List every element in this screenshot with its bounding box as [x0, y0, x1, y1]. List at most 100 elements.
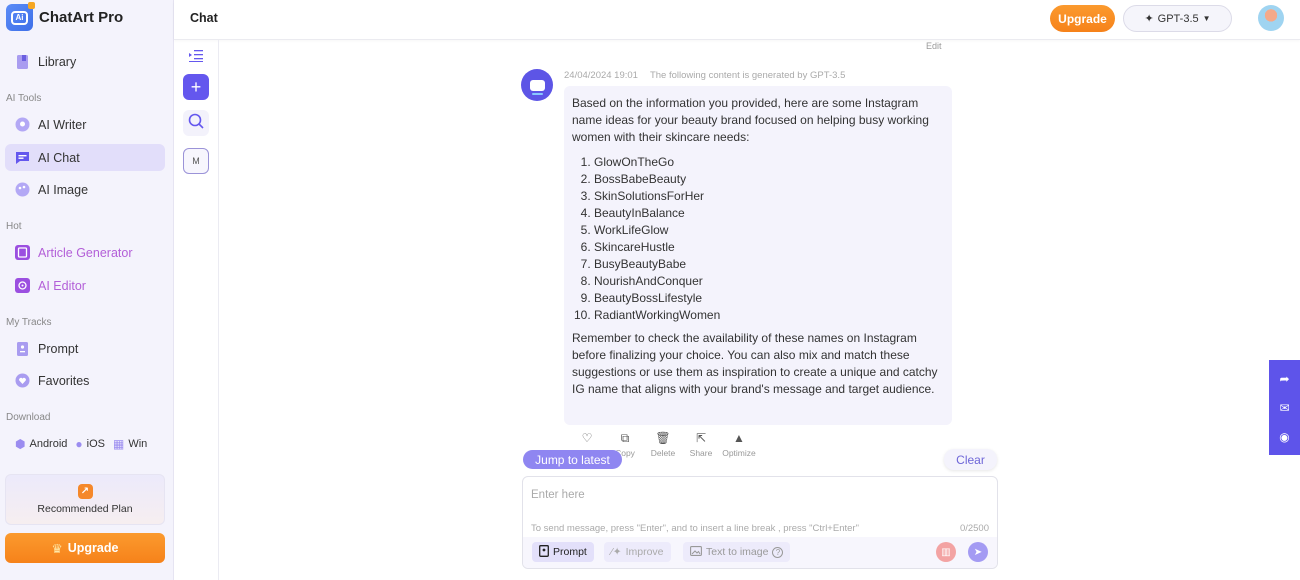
sidebar-item-library[interactable]: Library	[5, 48, 165, 75]
share-button[interactable]: ⇱ Share	[682, 431, 720, 458]
section-label-download: Download	[6, 412, 51, 423]
optimize-button[interactable]: ▲ Optimize	[720, 431, 758, 458]
upgrade-label: Upgrade	[67, 541, 119, 555]
sidebar-item-label: Library	[38, 54, 77, 69]
brand-logo-icon: Ai	[6, 2, 35, 31]
top-header: Chat Upgrade ✦ GPT-3.5 ▼	[174, 0, 1300, 40]
section-label-ai-tools: AI Tools	[6, 93, 42, 104]
sidebar-item-ai-writer[interactable]: AI Writer	[5, 111, 165, 138]
send-icon: ➤	[973, 546, 983, 558]
copy-icon: ⧉	[620, 431, 630, 445]
bot-avatar	[521, 69, 553, 101]
arrow-up-right-icon: ↗	[77, 484, 93, 499]
delete-button[interactable]: 🗑︎ Delete	[644, 431, 682, 458]
sidebar-item-label: Favorites	[38, 373, 90, 388]
download-android[interactable]: Android	[29, 438, 67, 450]
download-win[interactable]: Win	[128, 438, 147, 450]
list-item: BeautyBossLifestyle	[594, 290, 944, 307]
sidebar-item-ai-chat[interactable]: AI Chat	[5, 144, 165, 171]
name-ideas-list: GlowOnTheGo BossBabeBeauty SkinSolutions…	[572, 154, 944, 324]
recommended-plan-card[interactable]: ↗ Recommended Plan	[5, 474, 165, 525]
tool-rail: + M	[174, 40, 219, 580]
section-label-hot: Hot	[6, 221, 22, 232]
jump-to-latest-button[interactable]: Jump to latest	[523, 450, 622, 469]
bookmark-icon	[539, 544, 549, 560]
robot-icon	[529, 79, 545, 95]
flower-icon	[15, 278, 30, 293]
download-links: ⬢ Android ● iOS ▦ Win	[15, 437, 147, 451]
list-item: BusyBeautyBabe	[594, 256, 944, 273]
header-upgrade-button[interactable]: Upgrade	[1050, 5, 1115, 32]
list-item: SkinSolutionsForHer	[594, 188, 944, 205]
sparkle-icon: ✦	[1144, 13, 1154, 25]
sidebar-item-favorites[interactable]: Favorites	[5, 367, 165, 394]
model-select-value: GPT-3.5	[1157, 12, 1199, 25]
indent-list-icon	[189, 49, 203, 67]
android-icon: ⬢	[15, 437, 26, 451]
model-m-button[interactable]: M	[183, 148, 209, 174]
mail-icon[interactable]: ✉	[1279, 401, 1289, 415]
list-item: WorkLifeGlow	[594, 222, 944, 239]
text-to-image-label: Text to image	[706, 546, 769, 558]
palette-icon	[15, 182, 30, 197]
brand[interactable]: Ai ChatArt Pro	[6, 2, 123, 31]
sidebar-upgrade-button[interactable]: ♛ Upgrade	[5, 533, 165, 563]
sidebar-item-prompt[interactable]: Prompt	[5, 335, 165, 362]
share-arrow-icon[interactable]: ➦	[1279, 372, 1289, 386]
windows-icon: ▦	[113, 437, 125, 451]
sidebar-item-label: AI Writer	[38, 117, 87, 132]
clear-input-button[interactable]: ▥	[936, 542, 956, 562]
sidebar-item-ai-image[interactable]: AI Image	[5, 176, 165, 203]
discord-icon[interactable]: ◉	[1279, 430, 1289, 444]
sidebar-item-article-generator[interactable]: Article Generator	[5, 239, 165, 266]
toggle-sidebar-button[interactable]	[183, 45, 209, 71]
clear-button[interactable]: Clear	[944, 449, 997, 470]
sidebar-item-label: Article Generator	[38, 245, 133, 260]
improve-button[interactable]: ⁄✦ Improve	[604, 542, 671, 562]
message-meta: 24/04/2024 19:01 The following content i…	[564, 70, 845, 81]
help-icon[interactable]: ?	[772, 546, 784, 558]
message-source: The following content is generated by GP…	[649, 70, 846, 81]
crown-icon: ♛	[51, 541, 63, 556]
chat-icon	[15, 150, 30, 165]
sidebar: Ai ChatArt Pro Library AI Tools AI Write…	[0, 0, 174, 580]
sidebar-item-label: AI Image	[38, 182, 89, 197]
user-avatar[interactable]	[1258, 5, 1284, 31]
list-item: NourishAndConquer	[594, 273, 944, 290]
download-ios[interactable]: iOS	[87, 438, 105, 450]
share-icon: ⇱	[695, 431, 707, 445]
caret-down-icon: ▼	[1202, 14, 1211, 23]
composer-toolbar: Prompt ⁄✦ Improve Text to image ? ▥ ➤	[523, 537, 997, 568]
list-item: BeautyInBalance	[594, 205, 944, 222]
send-button[interactable]: ➤	[968, 542, 988, 562]
message-intro: Based on the information you provided, h…	[572, 96, 929, 144]
message-input[interactable]	[531, 489, 971, 501]
edit-link[interactable]: Edit	[926, 41, 942, 51]
new-chat-button[interactable]: +	[183, 74, 209, 100]
heart-icon	[15, 373, 30, 388]
magic-wand-icon: ⁄✦	[611, 546, 622, 558]
recommended-plan-label: Recommended Plan	[37, 503, 133, 515]
prompt-button[interactable]: Prompt	[532, 542, 594, 562]
list-item: GlowOnTheGo	[594, 154, 944, 171]
model-select[interactable]: ✦ GPT-3.5 ▼	[1123, 5, 1232, 32]
sidebar-item-label: AI Chat	[38, 150, 80, 165]
sidebar-item-label: AI Editor	[38, 278, 86, 293]
floating-share-bar: ➦ ✉ ◉	[1269, 360, 1300, 455]
apple-icon: ●	[75, 437, 83, 451]
trash-icon: ▥	[941, 546, 951, 558]
action-label: Share	[689, 448, 713, 458]
list-item: RadiantWorkingWomen	[594, 307, 944, 324]
bulb-icon	[15, 117, 30, 132]
search-chats-button[interactable]	[183, 110, 209, 136]
bookmark-icon	[15, 341, 30, 356]
assistant-message: Based on the information you provided, h…	[564, 86, 952, 425]
sidebar-item-label: Prompt	[38, 341, 79, 356]
message-composer: To send message, press "Enter", and to i…	[522, 476, 998, 569]
text-to-image-button[interactable]: Text to image ?	[683, 542, 791, 562]
list-item: SkincareHustle	[594, 239, 944, 256]
prompt-label: Prompt	[553, 546, 587, 558]
message-outro: Remember to check the availability of th…	[572, 331, 938, 396]
sidebar-item-ai-editor[interactable]: AI Editor	[5, 272, 165, 299]
image-icon	[690, 545, 702, 559]
